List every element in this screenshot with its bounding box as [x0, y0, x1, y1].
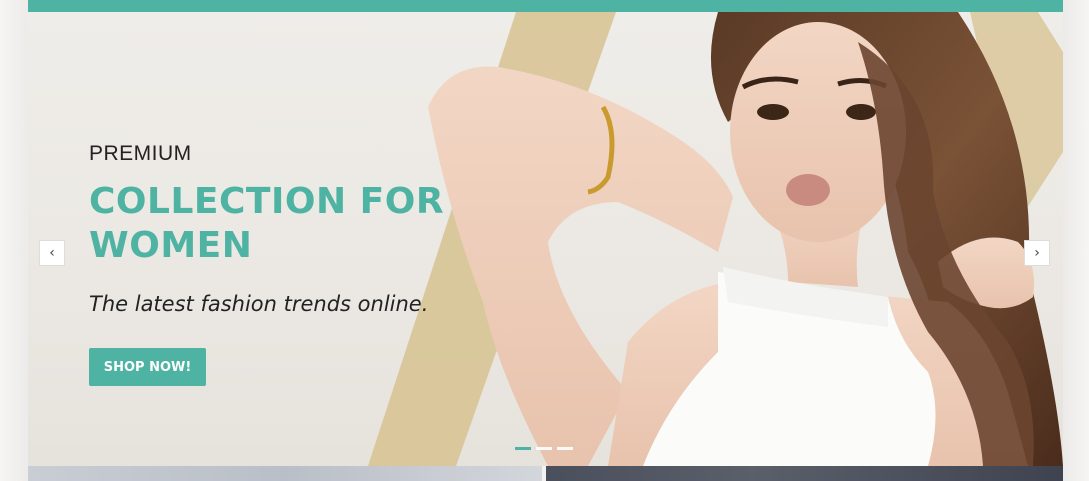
slider-next-button[interactable]: › [1024, 240, 1050, 266]
left-margin [0, 0, 28, 481]
hero-slider: PREMIUM COLLECTION FOR WOMEN The latest … [28, 12, 1063, 466]
slider-dot-2[interactable] [536, 447, 552, 450]
page-frame: PREMIUM COLLECTION FOR WOMEN The latest … [0, 0, 1089, 481]
chevron-right-icon: › [1034, 245, 1040, 261]
shop-now-button[interactable]: SHOP NOW! [89, 348, 206, 386]
right-margin [1063, 0, 1089, 481]
hero-tagline: The latest fashion trends online. [89, 292, 429, 316]
next-section-banner-right[interactable] [546, 466, 1063, 481]
next-section-banner-left[interactable] [28, 466, 542, 481]
top-accent-bar [28, 0, 1063, 12]
model-eye-left [757, 104, 789, 120]
slider-dot-3[interactable] [557, 447, 573, 450]
model-eye-right [846, 104, 876, 120]
chevron-left-icon: ‹ [49, 245, 55, 261]
hero-headline: COLLECTION FOR WOMEN [89, 181, 445, 266]
hero-kicker: PREMIUM [89, 142, 192, 165]
slider-dot-1[interactable] [515, 447, 531, 450]
model-lips [786, 174, 830, 206]
slider-prev-button[interactable]: ‹ [39, 240, 65, 266]
slider-pagination [515, 447, 573, 450]
